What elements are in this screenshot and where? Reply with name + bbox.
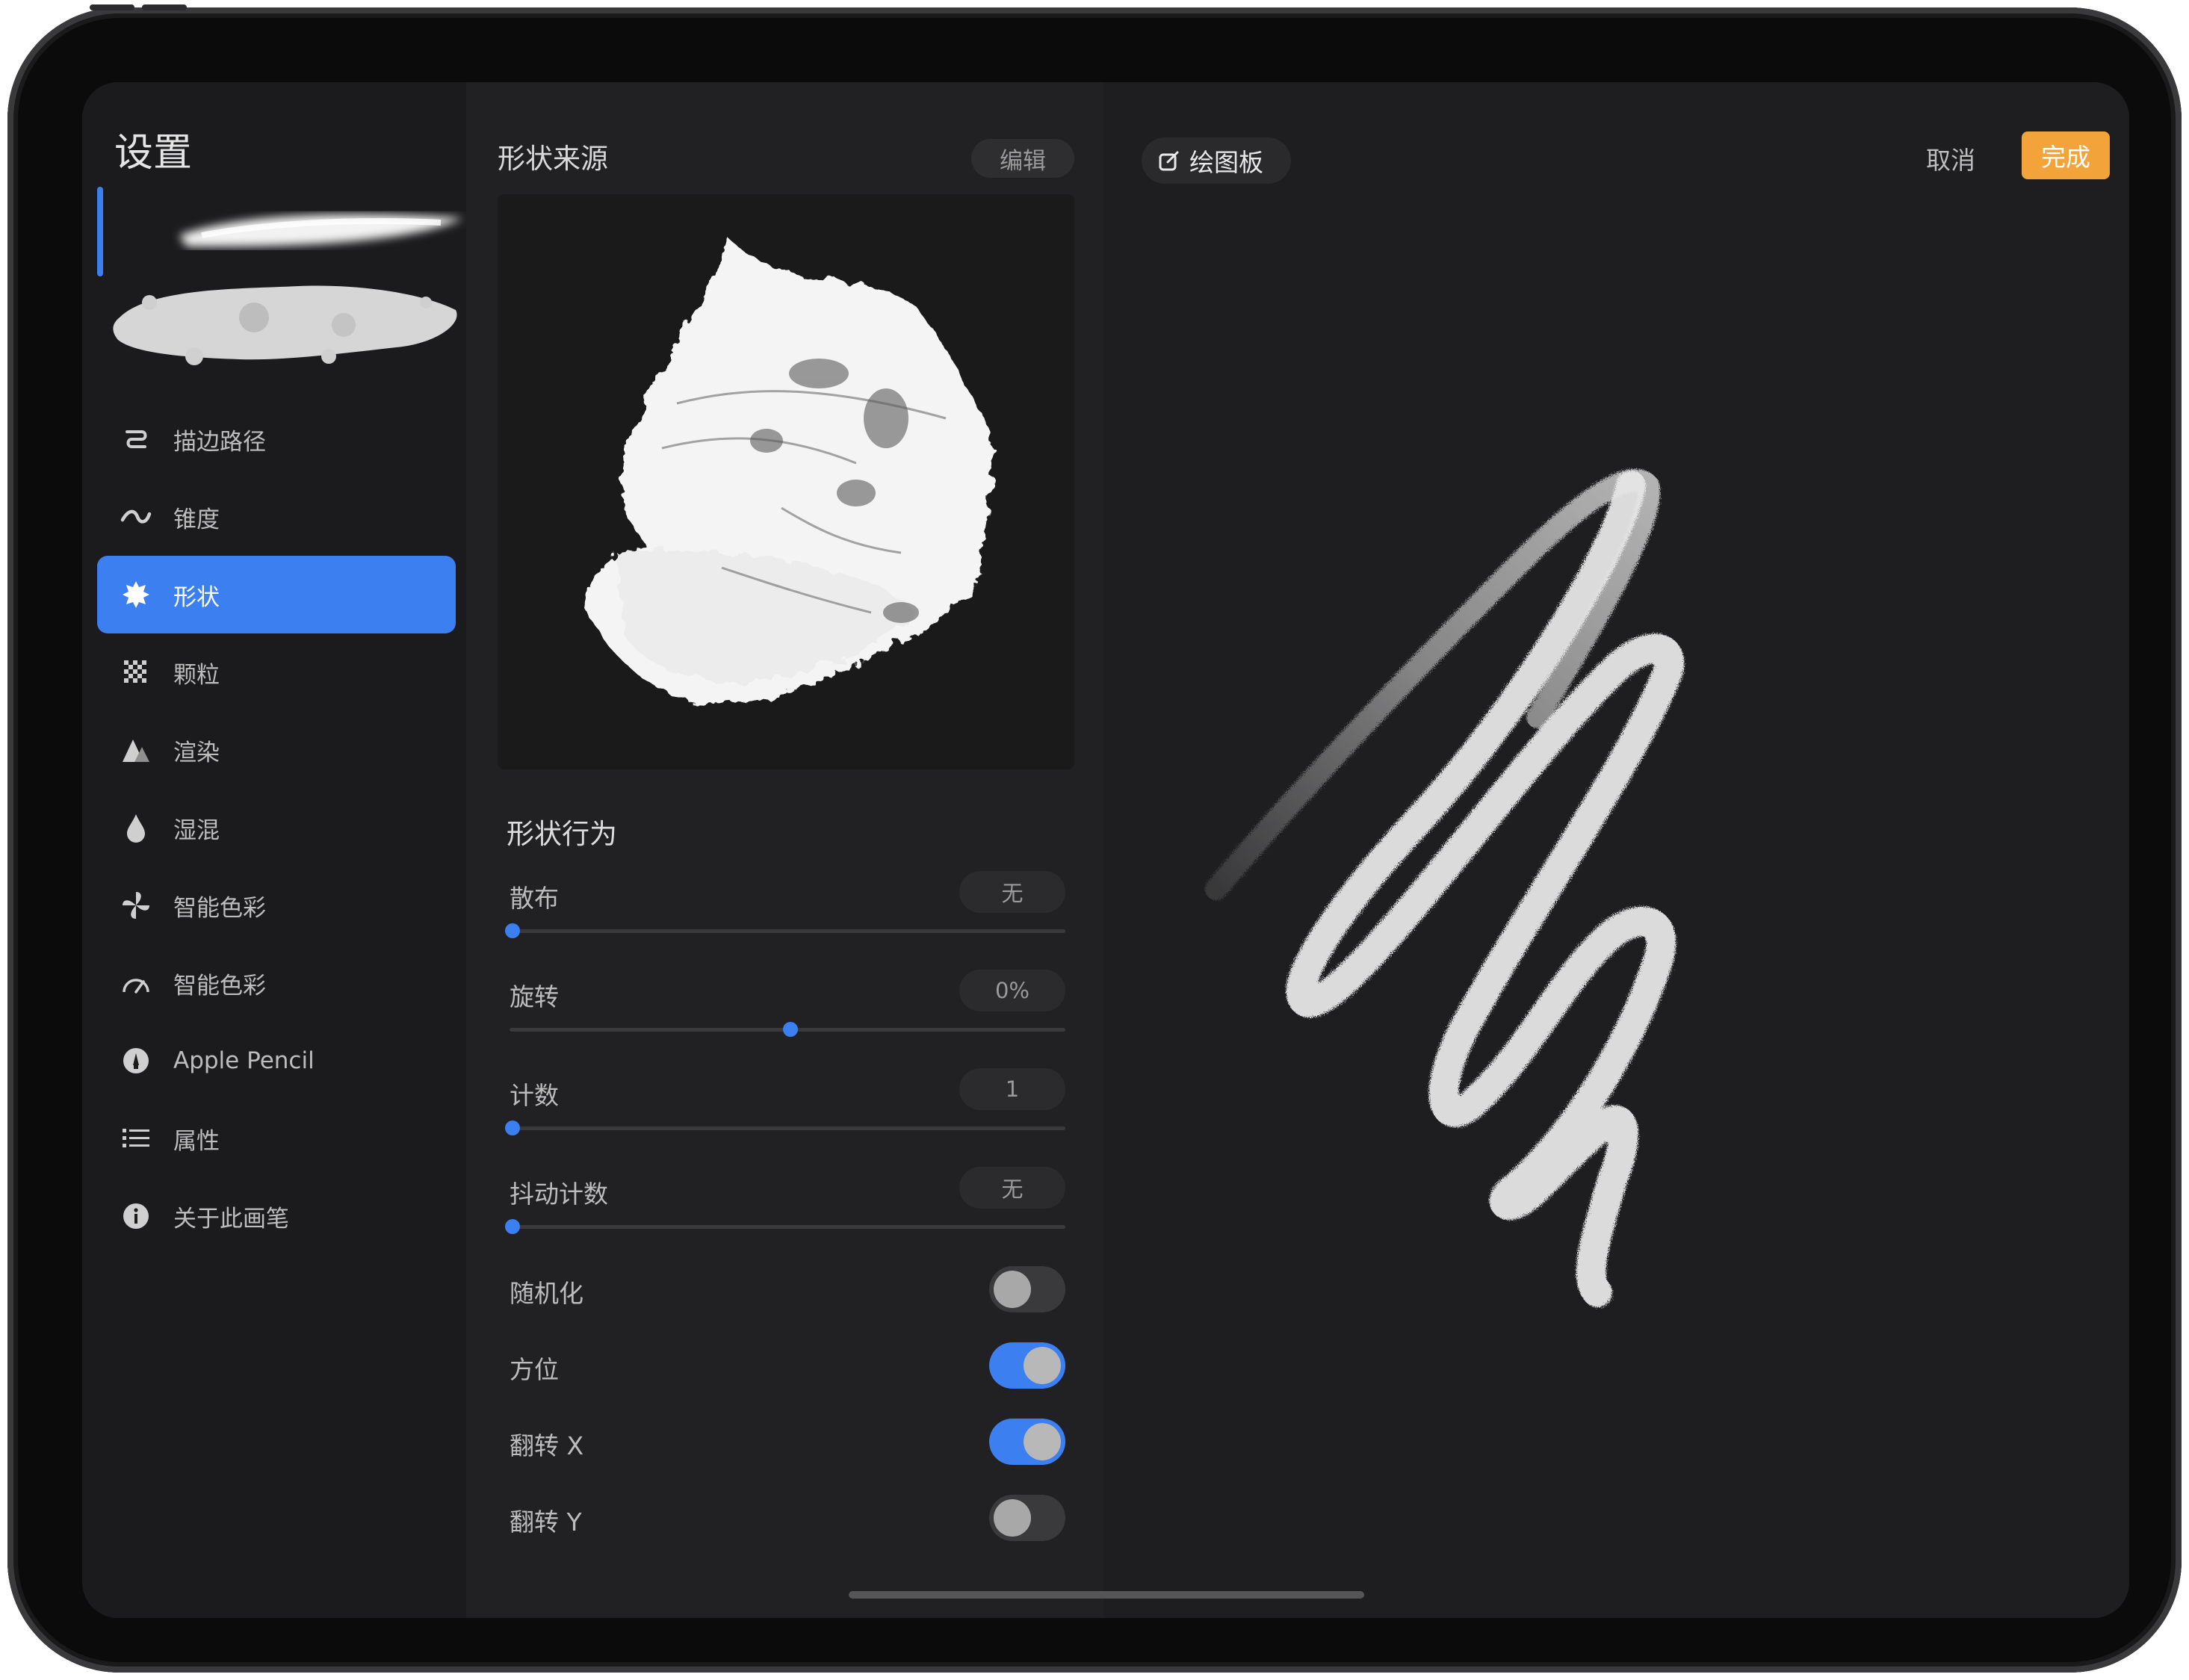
sidebar-item-wet-mix[interactable]: 湿混 bbox=[97, 789, 456, 867]
toggle-knob bbox=[994, 1499, 1031, 1537]
sidebar-item-label: 属性 bbox=[173, 1127, 220, 1155]
settings-title: 设置 bbox=[114, 131, 193, 176]
color-dynamics-icon bbox=[118, 887, 154, 923]
scatter-value[interactable]: 无 bbox=[959, 871, 1065, 913]
rotation-slider-knob[interactable] bbox=[783, 1022, 798, 1037]
flip-y-toggle[interactable] bbox=[989, 1495, 1065, 1541]
screen: 设置 描边路径 锥度 形状 颗粒 渲染 湿混 智能色彩 智能色彩 Apple P… bbox=[82, 82, 2129, 1618]
count-jitter-slider-knob[interactable] bbox=[505, 1219, 520, 1234]
azimuth-toggle[interactable] bbox=[989, 1342, 1065, 1389]
rotation-label: 旋转 bbox=[510, 982, 559, 1011]
rotation-value[interactable]: 0% bbox=[959, 970, 1065, 1011]
sidebar-item-stroke-path[interactable]: 描边路径 bbox=[97, 400, 456, 478]
sidebar-item-label: 智能色彩 bbox=[173, 894, 266, 922]
sidebar-item-color-dynamics[interactable]: 智能色彩 bbox=[97, 867, 456, 944]
dynamics-gauge-icon bbox=[118, 965, 154, 1001]
shape-settings-panel: 形状来源 编辑 形状行为 散布 无 旋转 0% 计数 1 抖动计数 无 随机化 … bbox=[466, 82, 1104, 1618]
hardware-button bbox=[142, 4, 187, 10]
sidebar-item-label: 形状 bbox=[173, 583, 220, 611]
sidebar-item-render[interactable]: 渲染 bbox=[97, 711, 456, 789]
sidebar-item-shape[interactable]: 形状 bbox=[97, 556, 456, 633]
count-label: 计数 bbox=[510, 1081, 559, 1110]
count-jitter-value[interactable]: 无 bbox=[959, 1167, 1065, 1209]
sidebar-item-dynamics[interactable]: 智能色彩 bbox=[97, 944, 456, 1022]
shape-source-title: 形状来源 bbox=[498, 143, 608, 175]
scatter-label: 散布 bbox=[510, 884, 559, 913]
render-icon bbox=[118, 732, 154, 768]
scatter-slider-knob[interactable] bbox=[505, 923, 520, 938]
brush-stroke-preview bbox=[1205, 469, 1685, 1307]
settings-nav: 描边路径 锥度 形状 颗粒 渲染 湿混 智能色彩 智能色彩 Apple Penc… bbox=[97, 400, 456, 1255]
azimuth-label: 方位 bbox=[510, 1355, 559, 1384]
sidebar-item-properties[interactable]: 属性 bbox=[97, 1100, 456, 1177]
flip-x-toggle[interactable] bbox=[989, 1419, 1065, 1465]
stroke-path-icon bbox=[118, 421, 154, 457]
count-jitter-slider-track[interactable] bbox=[510, 1225, 1065, 1229]
info-icon bbox=[118, 1198, 154, 1234]
home-indicator bbox=[849, 1591, 1364, 1599]
edit-shape-button[interactable]: 编辑 bbox=[971, 139, 1074, 178]
flip-x-label: 翻转 X bbox=[510, 1431, 584, 1460]
hardware-button bbox=[90, 4, 134, 10]
count-jitter-label: 抖动计数 bbox=[510, 1180, 608, 1209]
sidebar-item-label: 描边路径 bbox=[173, 428, 266, 456]
shape-icon bbox=[118, 577, 154, 613]
sidebar-item-taper[interactable]: 锥度 bbox=[97, 478, 456, 556]
scatter-slider-track[interactable] bbox=[510, 929, 1065, 933]
settings-sidebar: 设置 描边路径 锥度 形状 颗粒 渲染 湿混 智能色彩 智能色彩 Apple P… bbox=[82, 82, 466, 1618]
brush-shape-thumbnail[interactable] bbox=[105, 273, 463, 377]
flip-y-label: 翻转 Y bbox=[510, 1507, 582, 1537]
grain-icon bbox=[118, 654, 154, 690]
shape-source-preview[interactable] bbox=[498, 194, 1074, 769]
drawing-pad[interactable]: 绘图板 取消 完成 bbox=[1104, 82, 2129, 1618]
randomize-label: 随机化 bbox=[510, 1279, 583, 1308]
toggle-knob bbox=[1024, 1423, 1061, 1460]
sidebar-item-label: 锥度 bbox=[173, 506, 220, 533]
sidebar-item-label: 颗粒 bbox=[173, 661, 220, 689]
wet-mix-icon bbox=[118, 810, 154, 846]
properties-list-icon bbox=[118, 1120, 154, 1156]
count-slider-track[interactable] bbox=[510, 1126, 1065, 1130]
sidebar-item-about[interactable]: 关于此画笔 bbox=[97, 1177, 456, 1255]
sidebar-item-label: 智能色彩 bbox=[173, 972, 266, 999]
sidebar-item-label: 湿混 bbox=[173, 816, 220, 844]
apple-pencil-icon bbox=[118, 1043, 154, 1079]
sidebar-item-label: 渲染 bbox=[173, 739, 220, 766]
ipad-frame: 设置 描边路径 锥度 形状 颗粒 渲染 湿混 智能色彩 智能色彩 Apple P… bbox=[7, 4, 2182, 1673]
sidebar-item-grain[interactable]: 颗粒 bbox=[97, 633, 456, 711]
toggle-knob bbox=[994, 1271, 1031, 1308]
sidebar-item-label: Apple Pencil bbox=[173, 1047, 315, 1074]
sidebar-item-label: 关于此画笔 bbox=[173, 1205, 289, 1233]
count-value[interactable]: 1 bbox=[959, 1068, 1065, 1110]
sidebar-item-apple-pencil[interactable]: Apple Pencil bbox=[97, 1022, 456, 1100]
taper-icon bbox=[118, 499, 154, 535]
shape-behavior-title: 形状行为 bbox=[507, 818, 617, 850]
brush-selection-indicator bbox=[97, 187, 103, 276]
randomize-toggle[interactable] bbox=[989, 1266, 1065, 1312]
toggle-knob bbox=[1024, 1347, 1061, 1384]
brush-stroke-thumbnail[interactable] bbox=[172, 202, 471, 261]
count-slider-knob[interactable] bbox=[505, 1120, 520, 1135]
